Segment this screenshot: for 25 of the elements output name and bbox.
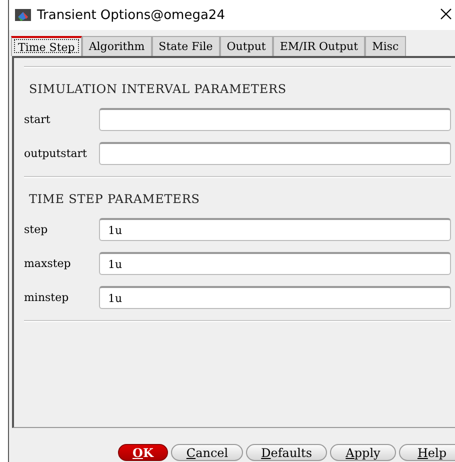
section-heading: SIMULATION INTERVAL PARAMETERS [28,81,288,98]
tab[interactable]: Time Step [11,36,82,56]
section-heading: TIME STEP PARAMETERS [28,191,201,208]
field-label: minstep [24,291,70,304]
input-field[interactable]: 1u [99,286,451,309]
dialog-button[interactable]: Help [399,444,455,461]
dialog-button[interactable]: Apply [330,444,396,461]
default-button[interactable]: OK [118,444,168,461]
field-label: start [24,113,52,126]
dialog-button[interactable]: Defaults [246,444,327,461]
dialog-button[interactable]: Cancel [171,444,244,461]
input-field[interactable] [99,142,451,165]
tab[interactable]: Output [220,36,273,56]
tab[interactable]: Misc [365,36,406,56]
tab[interactable]: Algorithm [82,36,152,56]
window-title: Transient Options@omega24 [37,8,226,22]
tab[interactable]: EM/IR Output [272,36,366,56]
tab[interactable]: State File [152,36,220,56]
field-label: step [24,223,49,236]
app-icon [15,8,31,22]
input-field[interactable]: 1u [99,252,451,275]
input-field[interactable] [99,108,451,131]
input-field[interactable]: 1u [99,218,451,241]
field-label: outputstart [24,147,88,160]
field-label: maxstep [24,257,72,270]
